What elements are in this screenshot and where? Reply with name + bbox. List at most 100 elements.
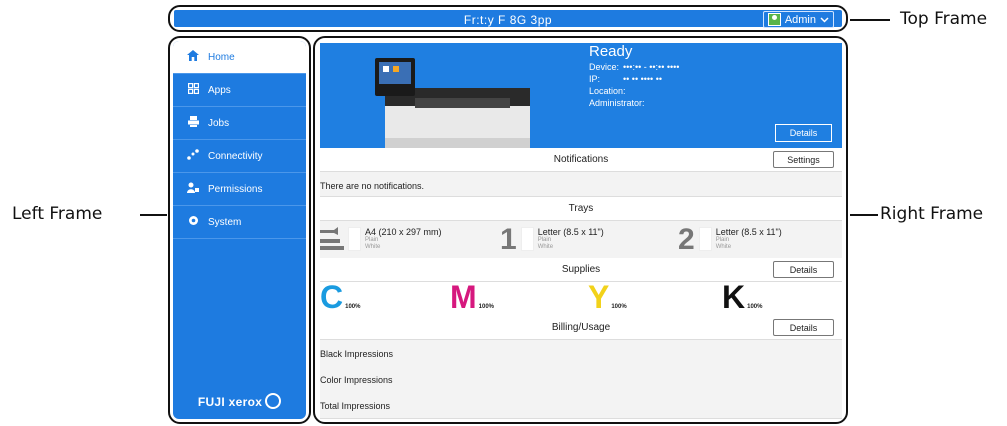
apps-icon [187,83,199,97]
admin-label: Admin [784,13,816,26]
top-frame-callout: Top Frame [900,9,988,29]
sidebar-item-label: Connectivity [208,150,263,162]
tray-paper-swatch [698,227,712,251]
printer-image [375,58,530,148]
supply-cyan: C 100% [320,281,361,313]
sidebar-item-home[interactable]: Home [173,41,306,74]
sidebar-item-jobs[interactable]: Jobs [173,107,306,140]
sidebar-item-label: Apps [208,84,231,96]
sidebar-item-apps[interactable]: Apps [173,74,306,107]
home-icon [187,50,199,64]
sidebar-item-label: Permissions [208,183,263,195]
left-frame: Home Apps Jobs Connectivity Permissions [168,36,311,424]
sidebar-item-label: Home [208,51,235,63]
logo-swirl-icon [265,393,282,409]
notifications-title: Notifications [553,154,609,165]
billing-details-button[interactable]: Details [773,319,834,336]
notifications-settings-button[interactable]: Settings [773,151,834,168]
device-title: Fr:t:y F 8G 3pp [463,13,553,27]
tray-number: 2 [678,223,695,256]
tray-info: Letter (8.5 x 11") Plain White [538,227,604,251]
connectivity-icon [187,149,199,163]
right-frame: Ready Device: •••:•• - ••:•• •••• IP: •• •… [313,36,848,424]
supply-level: 100% [747,304,763,310]
supply-magenta: M 100% [450,279,495,315]
sidebar: Home Apps Jobs Connectivity Permissions [173,41,306,419]
gear-icon [187,215,199,229]
supplies-row: C 100% M 100% Y 100% K 100% [320,279,842,317]
trays-row: A4 (210 x 297 mm) Plain White 1 Letter (… [320,221,842,260]
sidebar-item-label: Jobs [208,117,230,129]
jobs-icon [187,116,199,130]
sidebar-item-connectivity[interactable]: Connectivity [173,140,306,173]
ip-line: IP: •• •• •••• •• [589,73,679,85]
trays-title: Trays [568,203,594,214]
billing-row: Color Impressions [320,366,842,393]
supply-level: 100% [611,304,627,310]
notifications-header: Notifications Settings [320,148,842,172]
no-notifications-text: There are no notifications. [320,181,425,191]
billing-title: Billing/Usage [551,322,611,333]
tray-info: A4 (210 x 297 mm) Plain White [365,227,442,251]
tray-type: Plain [365,237,379,243]
admin-menu-button[interactable]: Admin [762,11,834,28]
tray-number: 1 [500,223,517,256]
tray-paper-swatch [520,227,534,251]
billing-row: Total Impressions [320,392,842,419]
sidebar-item-system[interactable]: System [173,206,306,239]
total-impressions-label: Total Impressions [320,401,391,411]
top-bar: Fr:t:y F 8G 3pp Admin [174,10,842,28]
bypass-tray-icon [320,227,344,253]
tray-color: White [537,244,554,250]
tray-bypass: A4 (210 x 297 mm) Plain White [320,227,442,251]
supplies-details-button[interactable]: Details [773,261,834,278]
notifications-message: There are no notifications. [320,172,842,197]
supply-letter: M [450,279,477,315]
tray-size: Letter (8.5 x 11") [715,227,782,237]
tray-type: Plain [715,237,730,243]
billing-row: Black Impressions [320,340,842,367]
left-frame-callout-line [140,214,167,216]
fuji-xerox-logo: FUJI xerox [173,393,306,409]
supply-level: 100% [478,304,495,310]
device-status: Ready [589,43,633,60]
location-line: Location: [589,86,626,96]
tray-info: Letter (8.5 x 11") Plain White [716,227,782,251]
billing-header: Billing/Usage Details [320,316,842,340]
device-name-line: Device: •••:•• - ••:•• •••• [589,61,679,73]
supply-letter: K [722,279,746,315]
device-status-panel: Ready Device: •••:•• - ••:•• •••• IP: •• •… [320,43,842,148]
tray-paper-swatch [348,227,361,251]
user-icon [767,13,781,26]
permissions-icon [187,182,199,196]
administrator-line: Administrator: [589,98,645,108]
left-frame-callout: Left Frame [12,204,103,224]
device-label: Device: [589,62,620,72]
tray-color: White [365,244,381,250]
ip-value: •• •• •••• •• [623,74,663,84]
supply-black: K 100% [722,279,763,315]
tray-2: 2 Letter (8.5 x 11") Plain White [678,223,782,256]
tray-type: Plain [537,237,552,243]
supplies-title: Supplies [561,264,601,275]
right-frame-callout: Right Frame [880,204,984,224]
tray-color: White [715,244,732,250]
supplies-header: Supplies Details [320,258,842,282]
device-details-button[interactable]: Details [775,124,832,142]
color-impressions-label: Color Impressions [320,375,393,385]
sidebar-item-permissions[interactable]: Permissions [173,173,306,206]
black-impressions-label: Black Impressions [320,349,394,359]
trays-header: Trays [320,197,842,221]
tray-size: A4 (210 x 297 mm) [365,227,442,237]
top-frame: Fr:t:y F 8G 3pp Admin [168,5,848,32]
tray-size: Letter (8.5 x 11") [537,227,604,237]
ip-label: IP: [589,74,601,84]
sidebar-item-label: System [208,216,242,228]
right-frame-callout-line [850,214,878,216]
tray-1: 1 Letter (8.5 x 11") Plain White [500,223,604,256]
device-value: •••:•• - ••:•• •••• [623,62,680,72]
supply-yellow: Y 100% [588,281,627,313]
supply-level: 100% [345,304,361,310]
top-frame-callout-line [850,19,890,21]
chevron-down-icon [820,14,829,26]
